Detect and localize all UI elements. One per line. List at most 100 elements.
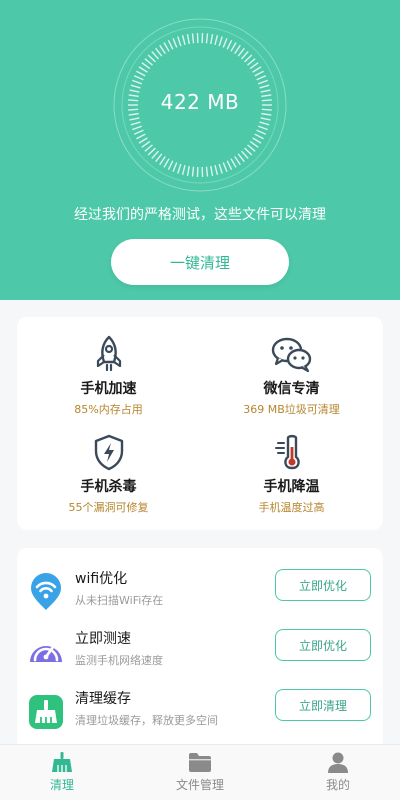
- gauge-tick: [247, 144, 256, 152]
- gauge-tick: [240, 51, 249, 60]
- rocket-icon: [96, 335, 121, 372]
- gauge-tick: [151, 150, 160, 159]
- wifi-icon: [31, 573, 61, 610]
- gauge-tick: [186, 33, 190, 45]
- gauge-tick: [218, 163, 223, 174]
- feature-phone-boost[interactable]: 手机加速 85%内存占用: [17, 335, 200, 417]
- gauge-tick: [130, 121, 141, 126]
- gauge-tick: [129, 117, 140, 121]
- gauge-tick: [159, 44, 166, 54]
- gauge-tick: [230, 158, 237, 168]
- gauge-tick: [252, 66, 262, 73]
- gauge-tick: [138, 137, 148, 144]
- nav-label: 我的: [325, 778, 350, 792]
- gauge-tick: [205, 166, 209, 177]
- gauge-tick: [130, 84, 141, 89]
- gauge-tick: [177, 163, 182, 174]
- feature-phone-cooling[interactable]: 手机降温 手机温度过高: [200, 433, 383, 515]
- nav-label: 文件管理: [175, 778, 224, 792]
- gauge-tick: [218, 36, 223, 47]
- feature-title: 微信专清: [263, 381, 320, 397]
- gauge-tick: [222, 37, 228, 48]
- speedometer-icon: [30, 645, 62, 662]
- one-key-clean-button[interactable]: 一键清理: [111, 239, 289, 285]
- feature-wechat-clean[interactable]: 微信专清 369 MB垃圾可清理: [200, 335, 383, 417]
- shield-lightning-icon: [94, 434, 123, 471]
- gauge-tick: [249, 62, 259, 70]
- gauge-tick: [191, 33, 195, 44]
- gauge-tick: [205, 33, 209, 44]
- broom-icon: [29, 695, 63, 729]
- feature-title: 手机加速: [80, 381, 137, 397]
- gauge-tick: [144, 58, 153, 66]
- gauge-tick: [230, 42, 237, 52]
- folder-icon: [189, 753, 211, 772]
- gauge-tick: [258, 125, 268, 131]
- feature-subtitle: 55个漏洞可修复: [68, 501, 149, 514]
- gauge-tick: [240, 150, 249, 159]
- list-item-speed-test: 立即测速 监测手机网络速度 立即优化: [17, 624, 383, 684]
- gauge-tick: [226, 39, 233, 50]
- gauge-tick: [259, 121, 270, 126]
- user-icon: [328, 752, 348, 773]
- gauge-tick: [141, 140, 151, 148]
- nav-label: 清理: [49, 778, 74, 792]
- list-item-subtitle: 清理垃圾缓存，释放更多空间: [75, 714, 218, 727]
- list-item-subtitle: 监测手机网络速度: [75, 654, 163, 667]
- gauge-tick: [159, 156, 166, 166]
- gauge-tick: [132, 125, 142, 131]
- broom-icon: [52, 752, 72, 772]
- gauge-tick: [249, 140, 259, 148]
- gauge-tick: [155, 153, 163, 163]
- gauge-tick: [136, 133, 146, 140]
- nav-item-profile[interactable]: 我的: [288, 751, 388, 797]
- gauge-tick: [244, 54, 253, 63]
- gauge-tick: [234, 156, 241, 166]
- gauge-tick: [181, 34, 186, 46]
- gauge-tick: [138, 66, 148, 73]
- wechat-icon: [271, 337, 311, 373]
- gauge-tick: [247, 58, 256, 66]
- list-item-title: wifi优化: [75, 571, 128, 587]
- gauge-tick: [133, 129, 144, 135]
- optimize-wifi-button[interactable]: 立即优化: [275, 569, 371, 601]
- gauge-tick: [172, 162, 178, 173]
- gauge-tick: [147, 54, 156, 63]
- gauge-tick: [133, 75, 144, 81]
- gauge-tick: [254, 70, 264, 77]
- gauge-tick: [172, 37, 178, 48]
- gauge-tick: [136, 70, 146, 77]
- feature-title: 手机杀毒: [80, 479, 137, 495]
- hero-panel: 422 MB 经过我们的严格测试，这些文件可以清理 一键清理: [0, 0, 400, 300]
- gauge-tick: [237, 153, 245, 163]
- clear-cache-button[interactable]: 立即清理: [275, 689, 371, 721]
- nav-item-file-manager[interactable]: 文件管理: [150, 751, 250, 797]
- gauge-tick: [254, 133, 264, 140]
- gauge-tick: [222, 162, 228, 173]
- feature-subtitle: 手机温度过高: [258, 501, 325, 514]
- feature-subtitle: 369 MB垃圾可清理: [243, 403, 340, 416]
- gauge-tick: [260, 117, 271, 121]
- feature-title: 手机降温: [263, 479, 320, 495]
- bottom-nav: 清理 文件管理 我的: [0, 744, 400, 800]
- list-item-subtitle: 从未扫描WiFi存在: [75, 594, 164, 607]
- scan-result-message: 经过我们的严格测试，这些文件可以清理: [74, 207, 326, 223]
- memory-value: 422 MB: [160, 90, 240, 114]
- gauge-tick: [210, 165, 214, 177]
- gauge-tick: [163, 158, 170, 168]
- gauge-tick: [147, 147, 156, 156]
- gauge-tick: [226, 160, 233, 171]
- speed-test-button[interactable]: 立即优化: [275, 629, 371, 661]
- list-item-wifi-optimize: wifi优化 从未扫描WiFi存在 立即优化: [17, 564, 383, 624]
- nav-item-clean[interactable]: 清理: [12, 751, 112, 797]
- list-item-title: 立即测速: [75, 631, 131, 647]
- gauge-tick: [256, 75, 267, 81]
- gauge-tick: [244, 147, 253, 156]
- feature-phone-antivirus[interactable]: 手机杀毒 55个漏洞可修复: [17, 433, 200, 515]
- gauge-tick: [163, 42, 170, 52]
- list-item-title: 清理缓存: [75, 691, 131, 707]
- gauge-tick: [237, 47, 245, 57]
- gauge-tick: [177, 36, 182, 47]
- feature-subtitle: 85%内存占用: [74, 403, 143, 416]
- gauge-tick: [186, 165, 190, 177]
